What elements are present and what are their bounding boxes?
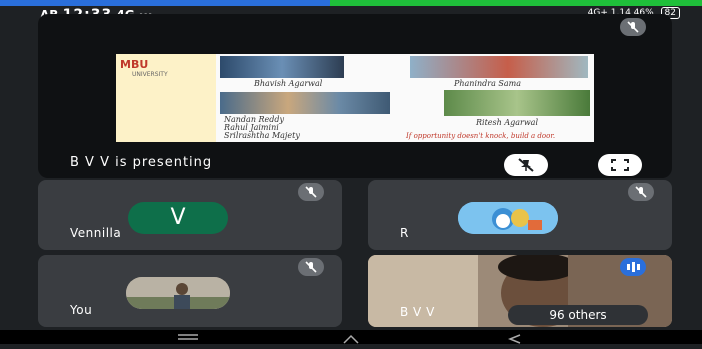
avatar (126, 277, 230, 309)
avatar (458, 202, 558, 234)
photo-3 (220, 92, 390, 114)
mic-off-icon (628, 183, 654, 201)
mic-off-icon (620, 18, 646, 36)
back-icon[interactable] (507, 334, 521, 344)
photo-1 (220, 56, 344, 78)
others-count-badge[interactable]: 96 others (508, 305, 648, 325)
participant-name: Vennilla (70, 226, 122, 240)
shared-slide: MBU UNIVERSITY Bhavish Agarwal Phanindra… (116, 54, 594, 142)
mbu-logo: MBU UNIVERSITY (120, 58, 168, 78)
menu-icon[interactable] (178, 334, 198, 340)
slide-quote: If opportunity doesn't knock, build a do… (406, 132, 556, 140)
participant-name: R (400, 226, 409, 240)
caption-1: Bhavish Agarwal (254, 79, 323, 88)
participant-name: You (70, 303, 93, 317)
mic-off-icon (298, 258, 324, 276)
home-icon[interactable] (343, 334, 359, 344)
fullscreen-button[interactable] (598, 154, 642, 176)
participant-tile-r[interactable]: R (368, 180, 672, 250)
slide-logo-area: MBU UNIVERSITY (116, 54, 216, 142)
presentation-view[interactable]: MBU UNIVERSITY Bhavish Agarwal Phanindra… (38, 14, 672, 178)
caption-2: Phanindra Sama (454, 79, 522, 88)
participant-tile-bvv[interactable]: B V V 96 others (368, 255, 672, 327)
logo-sub: UNIVERSITY (132, 71, 168, 78)
pin-button[interactable] (504, 154, 548, 176)
mic-off-icon (298, 183, 324, 201)
participant-name: B V V (400, 305, 435, 319)
caption-4: Ritesh Agarwal (476, 118, 538, 127)
avatar: V (128, 202, 228, 234)
participant-tile-vennilla[interactable]: V Vennilla (38, 180, 342, 250)
photo-2 (410, 56, 588, 78)
speaking-indicator-icon (620, 258, 646, 276)
logo-text: MBU (120, 58, 149, 71)
fullscreen-icon (611, 159, 629, 171)
android-nav-bar (0, 330, 702, 344)
presenting-label: B V V is presenting (70, 155, 213, 170)
photo-4 (444, 90, 590, 116)
caption-3: Nandan Reddy Rahul Jaimini Srilrashtha M… (224, 115, 300, 140)
participant-tile-you[interactable]: You (38, 255, 342, 327)
pin-off-icon (518, 158, 534, 172)
